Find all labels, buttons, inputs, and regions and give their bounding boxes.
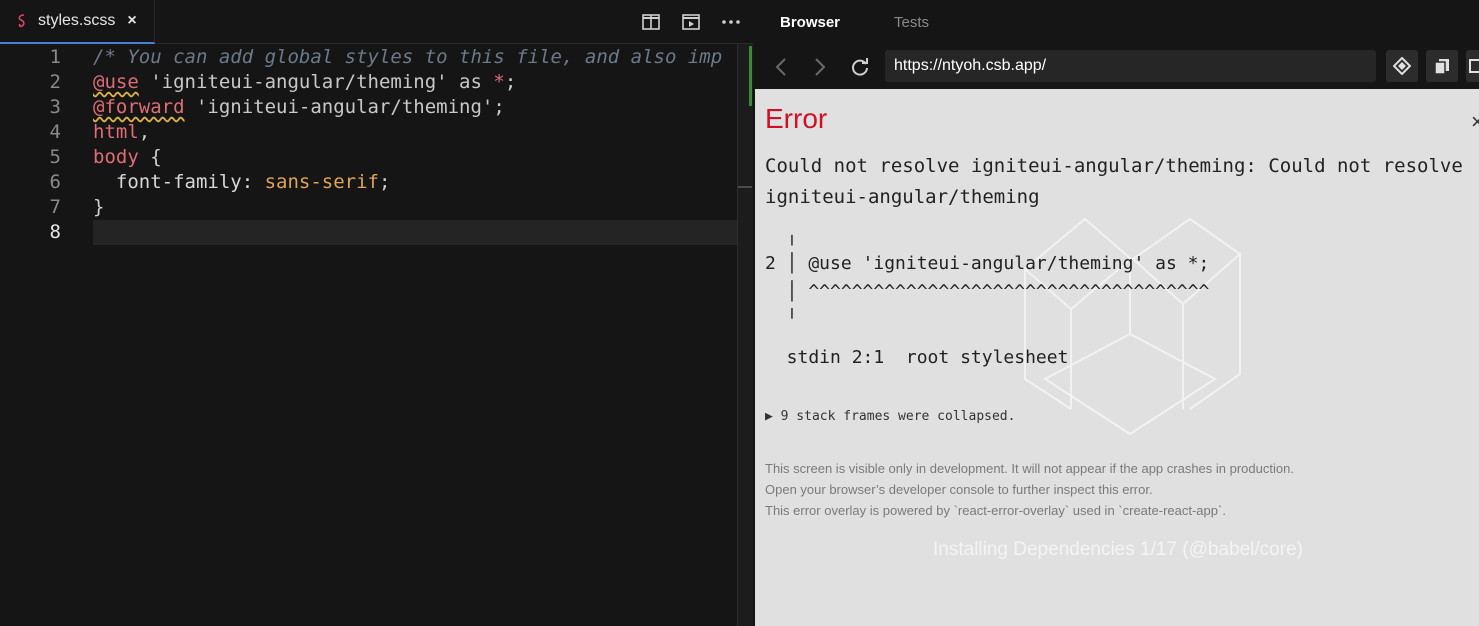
code-text: /* You can add global styles to this fil… — [93, 46, 723, 68]
line-number: 8 — [49, 221, 61, 243]
code-value: sans-serif — [264, 171, 379, 193]
error-code-line: stdin 2:1 root stylesheet — [765, 347, 1069, 368]
code-line: 2 @use 'igniteui-angular/theming' as *; — [0, 70, 753, 95]
code-line: 1 /* You can add global styles to this f… — [0, 45, 753, 70]
code-line: 6 font-family: sans-serif; — [0, 170, 753, 195]
code-operator: * — [493, 71, 505, 93]
error-code-line — [765, 334, 1209, 344]
scrollbar-change-marker — [749, 46, 752, 106]
scrollbar-thumb[interactable] — [738, 186, 752, 188]
tab-tests[interactable]: Tests — [894, 14, 929, 31]
error-code-line: 2 │ @use 'igniteui-angular/theming' as *… — [765, 253, 1210, 274]
error-code-line: ╷ — [765, 225, 798, 246]
error-message: Could not resolve igniteui-angular/themi… — [765, 155, 1463, 208]
code-property: font-family: — [93, 171, 265, 193]
stack-frames-toggle[interactable]: ▶ 9 stack frames were collapsed. — [765, 409, 1015, 424]
preview-icon[interactable] — [671, 0, 711, 44]
footer-line: Open your browser’s developer console to… — [765, 482, 1153, 497]
browser-tab-bar: Browser Tests — [755, 0, 1479, 44]
split-editor-icon[interactable] — [631, 0, 671, 44]
footer-line: This screen is visible only in developme… — [765, 461, 1294, 476]
at-rule: @forward — [93, 96, 185, 118]
tab-styles-scss[interactable]: styles.scss × — [0, 0, 155, 44]
installing-status: Installing Dependencies 1/17 (@babel/cor… — [933, 539, 1303, 560]
close-error-icon[interactable]: × — [1471, 109, 1479, 135]
code-line: 3 @forward 'igniteui-angular/theming'; — [0, 95, 753, 120]
code-segment: 'igniteui-angular/theming'; — [184, 96, 505, 118]
browser-pane: Browser Tests https://ntyoh.csb.app/ Err… — [755, 0, 1479, 626]
error-title: Error — [765, 103, 828, 134]
code-line: 5 body { — [0, 145, 753, 170]
editor-scrollbar[interactable] — [737, 44, 753, 626]
footer-line: This error overlay is powered by `react-… — [765, 503, 1226, 518]
code-segment: ; — [504, 71, 517, 93]
code-line: 8 — [0, 220, 753, 245]
code-segment: ; — [378, 171, 391, 193]
code-text: body { — [93, 145, 162, 170]
code-line: 4 html, — [0, 120, 753, 145]
code-segment: 'igniteui-angular/theming' as — [138, 71, 494, 93]
at-rule: @use — [93, 71, 139, 93]
line-number: 4 — [49, 121, 61, 143]
copy-icon[interactable] — [1426, 50, 1458, 82]
code-area[interactable]: 1 /* You can add global styles to this f… — [0, 45, 753, 626]
code-text: @use 'igniteui-angular/theming' as *; — [93, 70, 516, 95]
line-number: 6 — [49, 171, 61, 193]
sass-icon — [15, 14, 29, 28]
line-number: 5 — [49, 146, 61, 168]
code-editor: styles.scss × 1 /* You can add global st… — [0, 0, 753, 626]
error-overlay: Error × Could not resolve igniteui-angul… — [755, 89, 1479, 626]
code-text: font-family: sans-serif; — [93, 170, 391, 195]
codesandbox-icon[interactable] — [1386, 50, 1418, 82]
tab-browser[interactable]: Browser — [780, 14, 840, 31]
code-line: 7 } — [0, 195, 753, 220]
line-number: 7 — [49, 196, 61, 218]
code-segment: { — [138, 146, 162, 168]
line-number: 1 — [49, 46, 61, 68]
error-code-line: │ ^^^^^^^^^^^^^^^^^^^^^^^^^^^^^^^^^^^^^ — [765, 281, 1210, 302]
browser-nav-bar — [755, 44, 1479, 89]
error-code-line: ╵ — [765, 309, 798, 330]
code-text: html, — [93, 120, 150, 145]
forward-icon[interactable] — [807, 54, 833, 80]
code-text: } — [93, 196, 105, 218]
code-text: @forward 'igniteui-angular/theming'; — [93, 95, 505, 120]
error-code-frame: ╷ 2 │ @use 'igniteui-angular/theming' as … — [765, 222, 1209, 372]
code-segment: , — [138, 121, 151, 143]
editor-tab-bar: styles.scss × — [0, 0, 753, 44]
url-input[interactable] — [885, 56, 1366, 76]
refresh-icon[interactable] — [847, 54, 873, 80]
tab-filename: styles.scss — [38, 12, 116, 29]
line-number: 3 — [49, 96, 61, 118]
code-selector: html — [93, 121, 139, 143]
line-number: 2 — [49, 71, 61, 93]
open-window-icon[interactable] — [1466, 50, 1479, 82]
close-tab-icon[interactable]: × — [127, 12, 136, 30]
address-bar[interactable] — [885, 50, 1376, 82]
more-icon[interactable] — [711, 0, 751, 44]
back-icon[interactable] — [768, 54, 794, 80]
code-selector: body — [93, 146, 139, 168]
error-footer: This screen is visible only in developme… — [765, 458, 1294, 521]
